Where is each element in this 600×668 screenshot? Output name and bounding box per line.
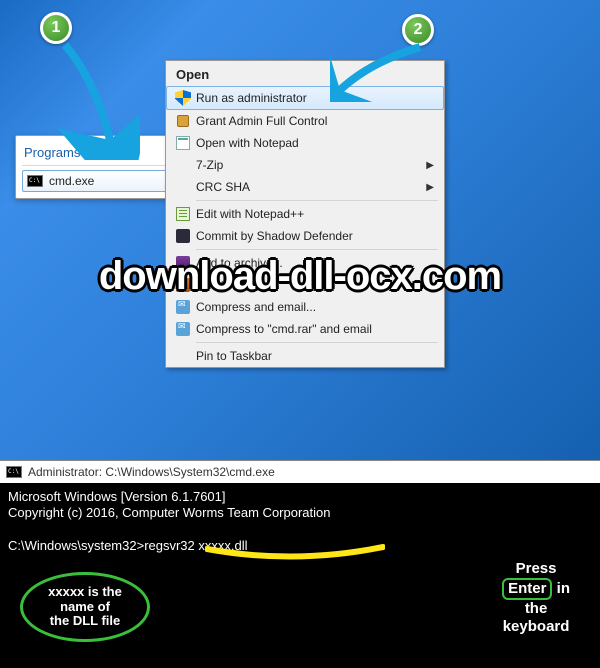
menu-grant-admin[interactable]: Grant Admin Full Control <box>166 110 444 132</box>
menu-label: Commit by Shadow Defender <box>196 229 353 243</box>
cmd-title-bar: Administrator: C:\Windows\System32\cmd.e… <box>0 460 600 483</box>
menu-add-cmdrar[interactable]: Add to "cmd.rar" <box>166 274 444 296</box>
separator <box>196 249 438 250</box>
hint-the: the <box>502 600 570 618</box>
dll-name-hint-oval: xxxxx is the name of the DLL file <box>20 572 150 642</box>
menu-label: Compress and email... <box>196 300 316 314</box>
press-enter-hint: Press Enter in the keyboard <box>502 560 570 636</box>
lock-icon <box>177 115 189 127</box>
menu-add-archive[interactable]: Add to archive... <box>166 252 444 274</box>
hint-line: xxxxx is the <box>29 585 141 600</box>
menu-label: CRC SHA <box>196 180 250 194</box>
notepad-icon <box>176 136 190 150</box>
hint-keyboard: keyboard <box>502 618 570 636</box>
menu-7zip[interactable]: 7-Zip ▶ <box>166 154 444 176</box>
menu-compress-cmdrar-email[interactable]: Compress to "cmd.rar" and email <box>166 318 444 340</box>
menu-edit-npp[interactable]: Edit with Notepad++ <box>166 203 444 225</box>
menu-compress-email[interactable]: Compress and email... <box>166 296 444 318</box>
cmd-prompt-line: C:\Windows\system32>regsvr32 xxxxx.dll <box>8 538 592 554</box>
hint-press: Press <box>502 560 570 578</box>
menu-pin-taskbar[interactable]: Pin to Taskbar <box>166 345 444 367</box>
menu-label: 7-Zip <box>196 158 223 172</box>
separator <box>196 200 438 201</box>
menu-label: Add to "cmd.rar" <box>196 278 283 292</box>
hint-line: the DLL file <box>29 614 141 629</box>
menu-crc-sha[interactable]: CRC SHA ▶ <box>166 176 444 198</box>
archive-email-icon <box>176 322 190 336</box>
menu-label: Add to archive... <box>196 256 283 270</box>
menu-label: Edit with Notepad++ <box>196 207 304 221</box>
menu-open-notepad[interactable]: Open with Notepad <box>166 132 444 154</box>
program-label: cmd.exe <box>49 174 94 188</box>
arrow-1 <box>50 40 140 160</box>
archive-icon <box>176 256 190 270</box>
menu-label: Run as administrator <box>196 91 307 105</box>
menu-label: Grant Admin Full Control <box>196 114 327 128</box>
context-menu: Open Run as administrator Grant Admin Fu… <box>165 60 445 368</box>
cmd-line-2: Copyright (c) 2016, Computer Worms Team … <box>8 505 592 521</box>
cmd-title-text: Administrator: C:\Windows\System32\cmd.e… <box>28 465 275 479</box>
submenu-arrow-icon: ▶ <box>426 160 434 171</box>
menu-commit-shadow[interactable]: Commit by Shadow Defender <box>166 225 444 247</box>
notepadpp-icon <box>176 207 190 221</box>
shield-icon <box>175 90 191 106</box>
cmd-icon <box>6 466 22 478</box>
menu-label: Open with Notepad <box>196 136 299 150</box>
cmd-icon <box>27 175 43 187</box>
separator <box>196 342 438 343</box>
arrow-2 <box>330 42 440 102</box>
menu-label: Pin to Taskbar <box>196 349 272 363</box>
archive-add-icon <box>176 278 190 292</box>
shadow-defender-icon <box>176 229 190 243</box>
submenu-arrow-icon: ▶ <box>426 182 434 193</box>
menu-label: Compress to "cmd.rar" and email <box>196 322 372 336</box>
archive-email-icon <box>176 300 190 314</box>
hint-line: name of <box>29 600 141 615</box>
cmd-blank <box>8 522 592 538</box>
enter-key-box: Enter <box>502 578 552 600</box>
cmd-body[interactable]: Microsoft Windows [Version 6.1.7601] Cop… <box>0 483 600 560</box>
hint-in: in <box>557 580 570 597</box>
cmd-line-1: Microsoft Windows [Version 6.1.7601] <box>8 489 592 505</box>
